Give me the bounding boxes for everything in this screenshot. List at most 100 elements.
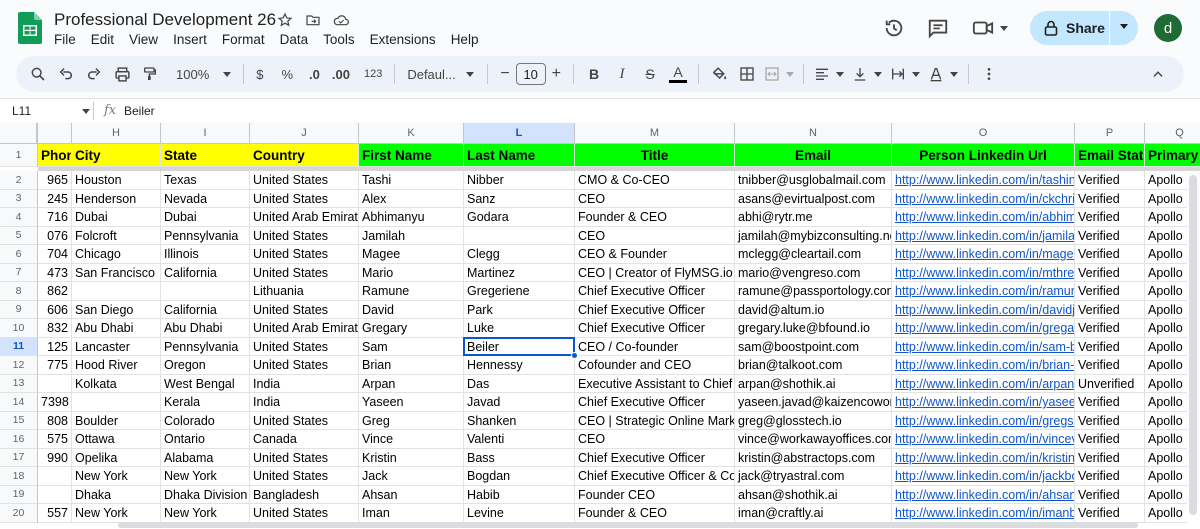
- table-cell[interactable]: United Arab Emirates: [250, 319, 359, 338]
- formula-input[interactable]: Beiler: [124, 104, 155, 118]
- table-cell[interactable]: Folcroft: [72, 226, 161, 245]
- column-title-cell[interactable]: Title: [575, 144, 735, 167]
- table-cell[interactable]: CEO | Creator of FlyMSG.io the: [575, 263, 735, 282]
- table-cell[interactable]: CEO: [575, 189, 735, 208]
- table-cell[interactable]: Valenti: [464, 430, 575, 449]
- table-cell[interactable]: 965: [38, 171, 72, 190]
- borders-icon[interactable]: [733, 56, 761, 92]
- row-header[interactable]: 11: [0, 337, 38, 356]
- column-header-P[interactable]: P: [1075, 123, 1145, 144]
- table-cell[interactable]: http://www.linkedin.com/in/jackbog: [892, 467, 1075, 486]
- table-cell[interactable]: Pennsylvania: [161, 337, 250, 356]
- column-title-cell[interactable]: Phone: [38, 144, 72, 167]
- frozen-row-divider[interactable]: [38, 167, 1200, 171]
- cloud-icon[interactable]: [332, 11, 350, 29]
- valign-icon[interactable]: [848, 56, 886, 92]
- table-cell[interactable]: Chief Executive Officer: [575, 300, 735, 319]
- table-cell[interactable]: david@altum.io: [735, 300, 892, 319]
- table-cell[interactable]: Abu Dhabi: [72, 319, 161, 338]
- row-header[interactable]: 3: [0, 189, 38, 208]
- table-cell[interactable]: Hood River: [72, 356, 161, 375]
- table-cell[interactable]: http://www.linkedin.com/in/ahsan57: [892, 485, 1075, 504]
- menu-file[interactable]: File: [54, 32, 83, 47]
- table-cell[interactable]: West Bengal: [161, 374, 250, 393]
- horizontal-scrollbar[interactable]: [38, 521, 1200, 529]
- table-cell[interactable]: Alex: [359, 189, 464, 208]
- table-cell[interactable]: United States: [250, 300, 359, 319]
- table-cell[interactable]: CEO | Strategic Online Market: [575, 411, 735, 430]
- table-cell[interactable]: Brian: [359, 356, 464, 375]
- table-cell[interactable]: Chief Executive Officer: [575, 319, 735, 338]
- table-cell[interactable]: Verified: [1075, 430, 1145, 449]
- column-title-cell[interactable]: Person Linkedin Url: [892, 144, 1075, 167]
- table-cell[interactable]: 557: [38, 504, 72, 523]
- table-cell[interactable]: Unverified: [1075, 374, 1145, 393]
- table-cell[interactable]: Lithuania: [250, 282, 359, 301]
- table-cell[interactable]: Dhaka: [72, 485, 161, 504]
- horizontal-scroll-thumb[interactable]: [118, 522, 1138, 528]
- table-cell[interactable]: CEO: [575, 226, 735, 245]
- table-cell[interactable]: Ramune: [359, 282, 464, 301]
- table-cell[interactable]: Colorado: [161, 411, 250, 430]
- row-header[interactable]: 14: [0, 393, 38, 412]
- table-cell[interactable]: California: [161, 263, 250, 282]
- menu-data[interactable]: Data: [280, 32, 316, 47]
- column-title-cell[interactable]: Primary: [1145, 144, 1200, 167]
- column-header-I[interactable]: I: [161, 123, 250, 144]
- table-cell[interactable]: Ottawa: [72, 430, 161, 449]
- table-cell[interactable]: Verified: [1075, 485, 1145, 504]
- table-cell[interactable]: New York: [161, 504, 250, 523]
- row-header[interactable]: 17: [0, 448, 38, 467]
- table-cell[interactable]: Martinez: [464, 263, 575, 282]
- table-cell[interactable]: San Diego: [72, 300, 161, 319]
- table-cell[interactable]: India: [250, 374, 359, 393]
- font-size-decrease-button[interactable]: −: [494, 56, 515, 92]
- table-cell[interactable]: United States: [250, 226, 359, 245]
- menu-tools[interactable]: Tools: [323, 32, 362, 47]
- spreadsheet-grid[interactable]: HIJKLMNOPQ 1PhoneCityStateCountryFirst Na…: [0, 123, 1200, 529]
- paint-format-icon[interactable]: [136, 56, 164, 92]
- table-cell[interactable]: Henderson: [72, 189, 161, 208]
- table-cell[interactable]: Verified: [1075, 504, 1145, 523]
- table-cell[interactable]: Verified: [1075, 411, 1145, 430]
- table-cell[interactable]: [161, 282, 250, 301]
- table-cell[interactable]: Das: [464, 374, 575, 393]
- table-cell[interactable]: Illinois: [161, 245, 250, 264]
- share-button[interactable]: Share: [1030, 11, 1138, 45]
- table-cell[interactable]: India: [250, 393, 359, 412]
- row-header[interactable]: 5: [0, 226, 38, 245]
- table-cell[interactable]: Vince: [359, 430, 464, 449]
- row-header[interactable]: 2: [0, 171, 38, 190]
- table-cell[interactable]: Jamilah: [359, 226, 464, 245]
- table-cell[interactable]: [38, 374, 72, 393]
- increase-decimal-button[interactable]: .00: [326, 56, 356, 92]
- table-cell[interactable]: 473: [38, 263, 72, 282]
- table-cell[interactable]: Chief Executive Officer: [575, 393, 735, 412]
- table-cell[interactable]: http://www.linkedin.com/in/imanbas: [892, 504, 1075, 523]
- table-cell[interactable]: 575: [38, 430, 72, 449]
- row-header[interactable]: 15: [0, 411, 38, 430]
- table-cell[interactable]: Habib: [464, 485, 575, 504]
- table-cell[interactable]: Verified: [1075, 208, 1145, 227]
- table-cell[interactable]: Verified: [1075, 263, 1145, 282]
- table-cell[interactable]: Sam: [359, 337, 464, 356]
- menu-edit[interactable]: Edit: [91, 32, 121, 47]
- table-cell[interactable]: United States: [250, 411, 359, 430]
- table-cell[interactable]: Godara: [464, 208, 575, 227]
- table-cell[interactable]: United States: [250, 189, 359, 208]
- table-cell[interactable]: http://www.linkedin.com/in/yaseen-: [892, 393, 1075, 412]
- table-cell[interactable]: Arpan: [359, 374, 464, 393]
- table-cell[interactable]: Verified: [1075, 226, 1145, 245]
- table-cell[interactable]: http://www.linkedin.com/in/mthreeji: [892, 263, 1075, 282]
- table-cell[interactable]: Verified: [1075, 282, 1145, 301]
- column-title-cell[interactable]: Email Status: [1075, 144, 1145, 167]
- menu-insert[interactable]: Insert: [173, 32, 214, 47]
- table-cell[interactable]: Chicago: [72, 245, 161, 264]
- document-title[interactable]: Professional Development 26: [54, 10, 276, 30]
- table-cell[interactable]: [72, 282, 161, 301]
- table-cell[interactable]: Bass: [464, 448, 575, 467]
- table-cell[interactable]: http://www.linkedin.com/in/tashinibb: [892, 171, 1075, 190]
- table-cell[interactable]: 775: [38, 356, 72, 375]
- vertical-scroll-thumb[interactable]: [1189, 175, 1197, 515]
- table-cell[interactable]: brian@talkoot.com: [735, 356, 892, 375]
